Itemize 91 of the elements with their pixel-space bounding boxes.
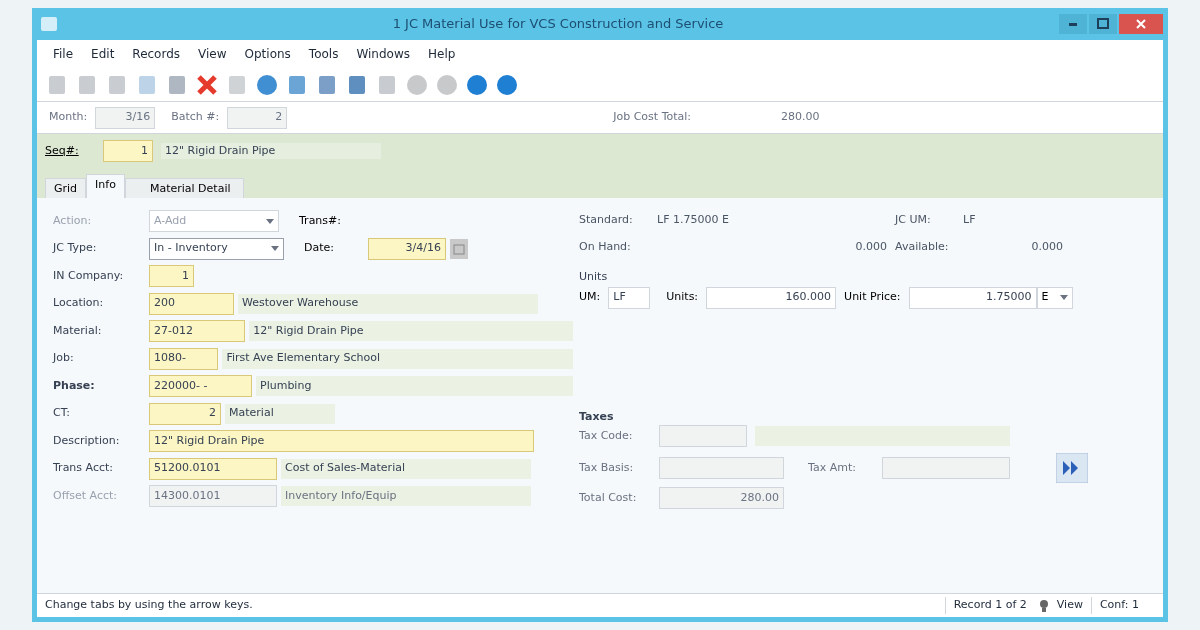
field-label: Material: — [53, 322, 103, 339]
field-label: Job: — [53, 350, 75, 367]
field-label: Location: — [53, 295, 105, 312]
menu-item[interactable]: Records — [132, 45, 181, 63]
menu-item[interactable]: Options — [244, 45, 291, 63]
caret-icon — [1059, 295, 1068, 300]
field-label: Unit Price: — [844, 289, 901, 306]
app-icon — [41, 17, 57, 31]
caret-icon — [271, 246, 279, 251]
header-label: Batch #: — [171, 109, 220, 126]
field-label: Trans#: — [299, 212, 341, 229]
ecm-dropdown[interactable]: E — [1036, 286, 1073, 309]
date-field[interactable]: 3/4/16 — [368, 237, 446, 260]
tab[interactable]: Info — [86, 174, 125, 198]
menu-item[interactable]: Help — [428, 45, 456, 63]
field-label: Tax Code: — [579, 427, 634, 444]
menu-item[interactable]: File — [53, 45, 74, 63]
stock-value: 0.000 — [1030, 238, 1063, 255]
delete-icon[interactable] — [195, 72, 219, 97]
field-label: Total Cost: — [579, 489, 638, 506]
calendar-icon[interactable] — [450, 238, 468, 259]
stock-label: On Hand: — [579, 238, 632, 255]
seq-description: 12" Rigid Drain Pipe — [161, 142, 381, 160]
field-label: Action: — [53, 212, 93, 229]
maximize-button[interactable] — [1089, 14, 1117, 34]
dropdown[interactable]: In - Inventory — [149, 237, 284, 260]
field-description: Cost of Sales-Material — [281, 458, 531, 479]
stock-value: 0.000 — [854, 238, 887, 255]
um-field[interactable]: LF — [608, 286, 651, 309]
menu-item[interactable]: Windows — [356, 45, 410, 63]
menu-item[interactable]: View — [198, 45, 227, 63]
record-status: Record 1 of 2 — [944, 597, 1035, 614]
units-field[interactable]: 160.000 — [706, 286, 837, 309]
tax-amount-field[interactable] — [882, 457, 1010, 479]
field-description: 12" Rigid Drain Pipe — [249, 321, 573, 341]
total-cost-field[interactable]: 280.00 — [659, 487, 784, 509]
seq-field[interactable]: 1 — [103, 140, 153, 162]
conf-status: Conf: 1 — [1098, 597, 1140, 614]
lightbulb-icon — [1038, 598, 1049, 613]
tax-basis-field[interactable] — [659, 457, 784, 479]
field-label: IN Company: — [53, 267, 125, 284]
tab[interactable]: Grid — [45, 178, 87, 198]
input-field[interactable]: 27-012 — [149, 320, 246, 342]
stock-label: Standard: — [579, 212, 634, 228]
field-label: Date: — [304, 240, 335, 257]
field-label: Description: — [53, 432, 121, 449]
field-label: JC Type: — [53, 240, 98, 257]
input-field[interactable]: 200 — [149, 292, 234, 315]
input-field[interactable]: 12" Rigid Drain Pipe — [149, 430, 534, 452]
stock-label: Available: — [895, 238, 950, 255]
input-field[interactable]: 1080- — [149, 347, 219, 370]
field-description: Westover Warehouse — [238, 293, 538, 314]
field-label: Offset Acct: — [53, 487, 118, 504]
input-field[interactable]: 1 — [149, 265, 194, 287]
field-label: Trans Acct: — [53, 460, 114, 477]
status-message: Change tabs by using the arrow keys. — [44, 597, 254, 614]
header-value: 280.00 — [781, 109, 820, 126]
input-field[interactable]: 220000- - — [149, 375, 252, 397]
menu-item[interactable]: Tools — [308, 45, 339, 63]
unit-price-field[interactable]: 1.75000 — [908, 286, 1037, 309]
group-title: Taxes — [579, 408, 615, 425]
tax-code-field[interactable] — [659, 425, 747, 447]
field-label: Units: — [666, 289, 699, 306]
input-field[interactable]: 2 — [149, 402, 221, 425]
header-field[interactable]: 3/16 — [95, 106, 156, 129]
field-label: UM: — [579, 289, 601, 306]
field-description: Plumbing — [256, 376, 573, 396]
mode-status: View — [1048, 597, 1092, 614]
field-description: First Ave Elementary School — [222, 348, 573, 369]
stock-value: LF — [963, 212, 977, 228]
window-title: 1 JC Material Use for VCS Construction and Service — [391, 15, 725, 34]
caret-icon — [266, 218, 274, 224]
field-label: CT: — [53, 405, 71, 422]
close-button[interactable] — [1119, 14, 1163, 34]
field-label: Phase: — [53, 377, 96, 394]
field-description: Inventory Info/Equip — [281, 486, 531, 506]
input-field[interactable]: 51200.0101 — [149, 457, 277, 480]
field-label: Tax Basis: — [579, 459, 635, 476]
header-field[interactable]: 2 — [227, 106, 288, 129]
field-description: Material — [225, 403, 335, 424]
header-label: Month: — [49, 109, 88, 126]
tab[interactable]: Material Detail — [124, 178, 244, 198]
minimize-button[interactable] — [1059, 14, 1087, 34]
fast-forward-button[interactable] — [1056, 453, 1088, 483]
header-label: Job Cost Total: — [613, 109, 692, 126]
menu-item[interactable]: Edit — [91, 45, 115, 63]
seq-label: Seq#: — [45, 142, 80, 159]
field-label: Tax Amt: — [808, 459, 857, 476]
stock-label: JC UM: — [895, 212, 932, 228]
stock-value: LF 1.75000 E — [657, 212, 730, 228]
group-title: Units — [579, 269, 609, 285]
